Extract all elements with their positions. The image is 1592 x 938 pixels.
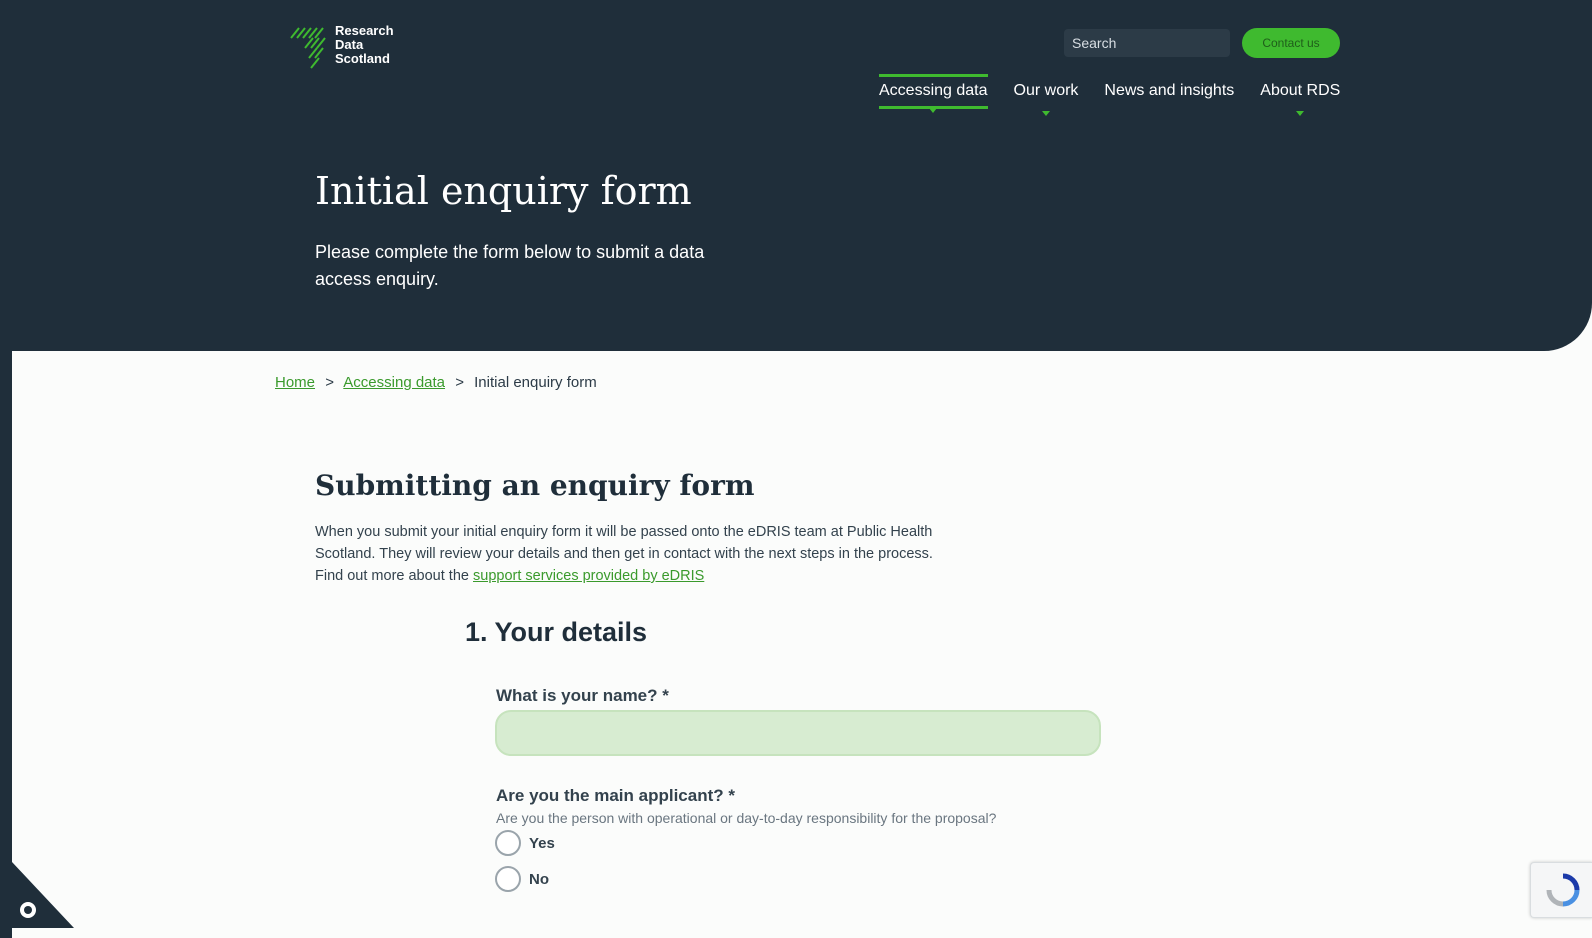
site-logo[interactable]: Research Data Scotland bbox=[277, 24, 394, 74]
intro-paragraph: When you submit your initial enquiry for… bbox=[315, 521, 965, 587]
radio-option-yes[interactable]: Yes bbox=[495, 830, 555, 856]
nav-item-accessing-data[interactable]: Accessing data bbox=[879, 74, 988, 113]
logo-text: Research Data Scotland bbox=[335, 24, 394, 66]
breadcrumb-accessing-data-link[interactable]: Accessing data bbox=[343, 374, 445, 391]
contact-us-button[interactable]: Contact us bbox=[1242, 28, 1340, 58]
nav-item-our-work[interactable]: Our work bbox=[1013, 74, 1079, 116]
recaptcha-badge[interactable] bbox=[1530, 862, 1592, 918]
logo-line: Data bbox=[335, 37, 364, 52]
chevron-down-icon bbox=[1296, 111, 1305, 116]
logo-line: Research bbox=[335, 23, 394, 38]
radio-button[interactable] bbox=[495, 830, 521, 856]
main-nav: Accessing data Our work News and insight… bbox=[879, 74, 1341, 116]
breadcrumb-current: Initial enquiry form bbox=[474, 374, 597, 391]
search-box bbox=[1064, 29, 1270, 57]
chevron-down-icon bbox=[1041, 111, 1050, 116]
logo-line: Scotland bbox=[335, 51, 390, 66]
main-applicant-label: Are you the main applicant? * bbox=[496, 786, 735, 805]
name-input[interactable] bbox=[495, 710, 1101, 756]
page-subtitle: Please complete the form below to submit… bbox=[315, 242, 705, 289]
radio-label: No bbox=[529, 870, 549, 888]
nav-item-label: Accessing data bbox=[879, 82, 988, 99]
breadcrumb-separator: > bbox=[455, 374, 464, 391]
radio-label: Yes bbox=[529, 834, 555, 852]
recaptcha-icon bbox=[1546, 873, 1580, 907]
main-applicant-hint: Are you the person with operational or d… bbox=[496, 810, 997, 826]
page: Research Data Scotland Contact us Access… bbox=[12, 4, 1592, 938]
nav-item-label: About RDS bbox=[1260, 82, 1341, 99]
search-input[interactable] bbox=[1064, 34, 1255, 52]
nav-item-news-and-insights[interactable]: News and insights bbox=[1104, 74, 1234, 109]
nav-item-label: Our work bbox=[1013, 82, 1079, 99]
cookie-settings-icon[interactable] bbox=[12, 862, 74, 928]
nav-item-about-rds[interactable]: About RDS bbox=[1260, 74, 1341, 116]
logo-mark-icon bbox=[290, 27, 326, 69]
site-header: Research Data Scotland Contact us Access… bbox=[12, 4, 1592, 351]
step-title: 1. Your details bbox=[465, 617, 648, 647]
radio-option-no[interactable]: No bbox=[495, 866, 549, 892]
radio-button[interactable] bbox=[495, 866, 521, 892]
page-title: Initial enquiry form bbox=[315, 169, 692, 213]
breadcrumb-home-link[interactable]: Home bbox=[275, 374, 315, 391]
section-title: Submitting an enquiry form bbox=[315, 469, 755, 502]
breadcrumb-separator: > bbox=[325, 374, 334, 391]
breadcrumb: Home > Accessing data > Initial enquiry … bbox=[275, 374, 597, 391]
chevron-down-icon bbox=[929, 108, 938, 113]
nav-item-label: News and insights bbox=[1104, 82, 1235, 99]
name-label: What is your name? * bbox=[496, 686, 669, 705]
edris-support-link[interactable]: support services provided by eDRIS bbox=[473, 568, 704, 584]
